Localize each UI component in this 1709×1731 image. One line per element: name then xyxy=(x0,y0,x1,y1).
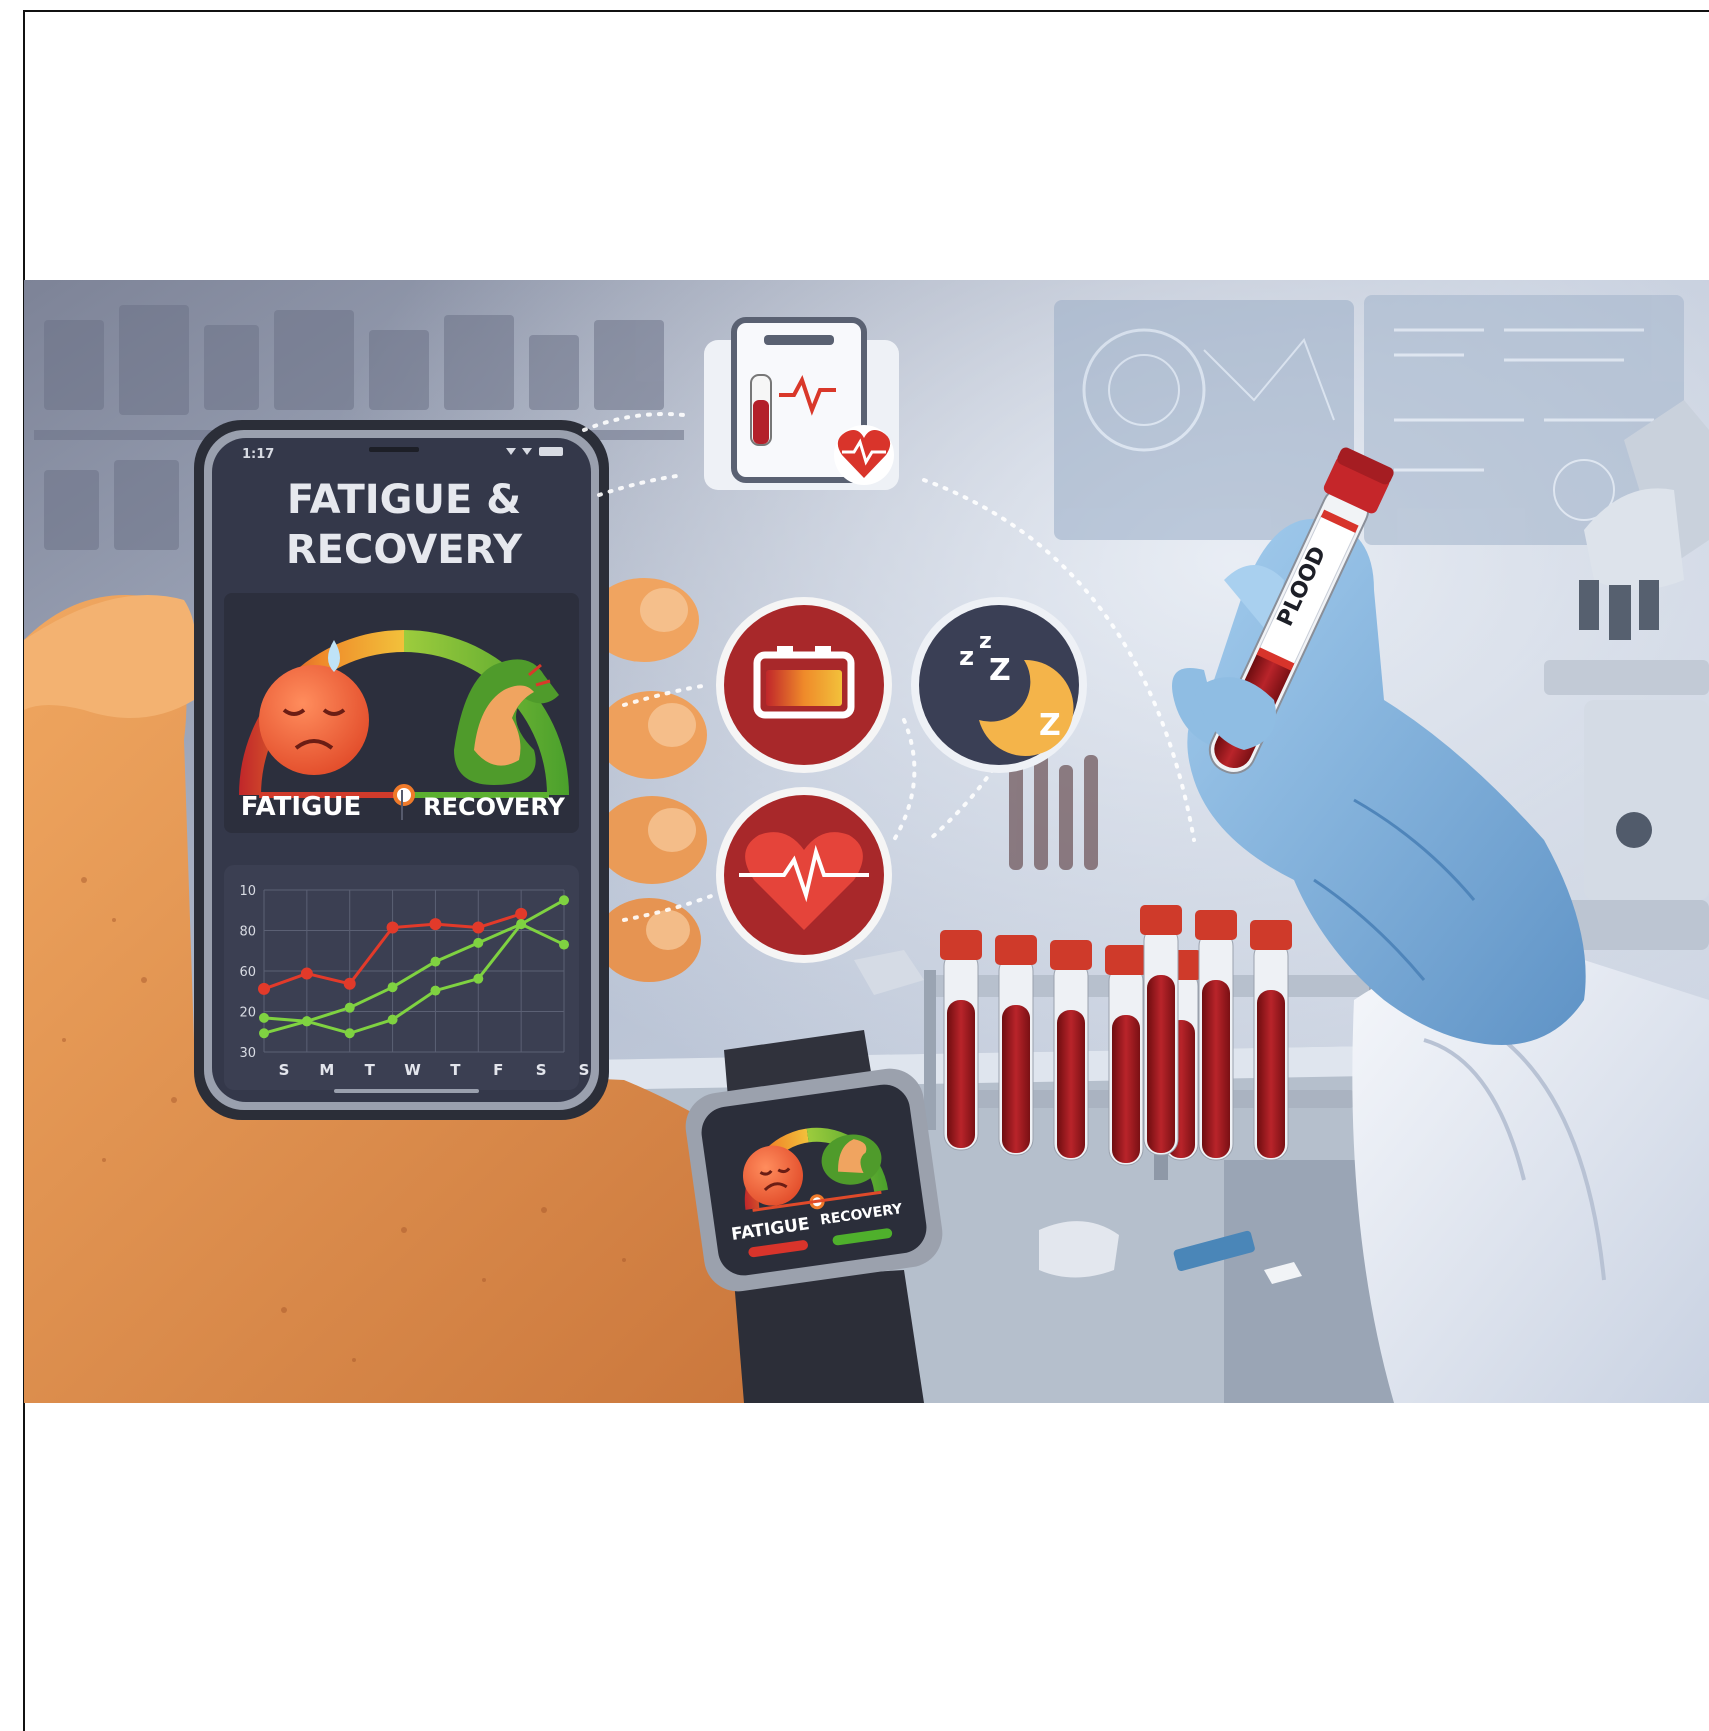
rack-tube-cap xyxy=(1050,940,1092,970)
rack-tube-cap xyxy=(995,935,1037,965)
trend-chart-panel xyxy=(224,865,579,1090)
chart-data-point xyxy=(473,937,484,948)
chart-data-point xyxy=(386,921,399,934)
gauge-recovery-label: RECOVERY xyxy=(423,793,565,821)
chart-x-tick-label: S xyxy=(279,1061,290,1079)
chart-x-tick-label: S xyxy=(536,1061,547,1079)
chart-x-tick-label: T xyxy=(450,1061,461,1079)
chart-data-point xyxy=(344,1028,355,1039)
svg-text:z: z xyxy=(959,642,974,672)
rack-tube-blood xyxy=(1147,975,1175,1153)
rack-tube-blood xyxy=(1112,1015,1140,1163)
smartphone: 1:17 FATIGUE & RECOVERY FATIGUE RECOVERY… xyxy=(194,420,609,1120)
rack-tube-cap xyxy=(1250,920,1292,950)
battery-icon xyxy=(716,597,892,773)
gauge-fatigue-label: FATIGUE xyxy=(241,792,362,822)
chart-x-tick-label: M xyxy=(319,1061,334,1079)
svg-text:z: z xyxy=(979,629,992,654)
rack-tube-cap xyxy=(940,930,982,960)
chart-data-point xyxy=(559,939,569,950)
chart-data-point xyxy=(429,918,442,931)
health-monitoring-illustration: 1:17 FATIGUE & RECOVERY FATIGUE RECOVERY… xyxy=(24,280,1709,1403)
rack-tube-blood xyxy=(1057,1010,1085,1158)
chart-data-point xyxy=(515,907,528,920)
rack-tube-blood xyxy=(1202,980,1230,1158)
clipboard-blood-report-icon xyxy=(704,317,899,490)
chart-data-point xyxy=(344,1002,355,1013)
chart-data-point xyxy=(300,967,313,980)
gauge-marker xyxy=(393,784,415,806)
chart-y-tick-label: 20 xyxy=(239,1006,256,1021)
rack-tube-cap xyxy=(1140,905,1182,935)
chart-data-point xyxy=(387,982,398,993)
chart-data-point xyxy=(472,921,485,934)
sleep-moon-icon: z z Z Z xyxy=(911,597,1087,773)
chart-data-point xyxy=(473,973,484,984)
chart-data-point xyxy=(559,895,569,906)
heart-rate-icon xyxy=(716,787,892,963)
status-time: 1:17 xyxy=(242,447,274,462)
rack-tube-cap xyxy=(1105,945,1147,975)
svg-text:Z: Z xyxy=(1039,708,1061,743)
chart-data-point xyxy=(259,1028,269,1039)
app-title-line2: RECOVERY xyxy=(286,527,523,573)
app-title-line1: FATIGUE & xyxy=(287,477,521,523)
chart-y-tick-label: 10 xyxy=(239,884,256,899)
chart-x-tick-label: S xyxy=(579,1061,590,1079)
chart-data-point xyxy=(343,977,356,990)
rack-tube-blood xyxy=(1257,990,1285,1158)
chart-data-point xyxy=(258,982,270,995)
rack-tube-blood xyxy=(947,1000,975,1148)
svg-text:Z: Z xyxy=(989,653,1011,688)
chart-x-tick-label: F xyxy=(493,1061,503,1079)
chart-x-tick-label: T xyxy=(365,1061,376,1079)
chart-data-point xyxy=(430,956,441,967)
chart-data-point xyxy=(516,919,527,930)
chart-y-tick-label: 30 xyxy=(239,1046,256,1061)
chart-data-point xyxy=(430,985,441,996)
rack-tube-blood xyxy=(1002,1005,1030,1153)
chart-data-point xyxy=(259,1012,269,1023)
chart-y-tick-label: 60 xyxy=(239,965,256,980)
chart-x-tick-label: W xyxy=(404,1061,421,1079)
chart-data-point xyxy=(387,1014,398,1025)
chart-data-point xyxy=(301,1016,312,1027)
chart-y-tick-label: 80 xyxy=(239,925,256,940)
rack-tube-cap xyxy=(1195,910,1237,940)
